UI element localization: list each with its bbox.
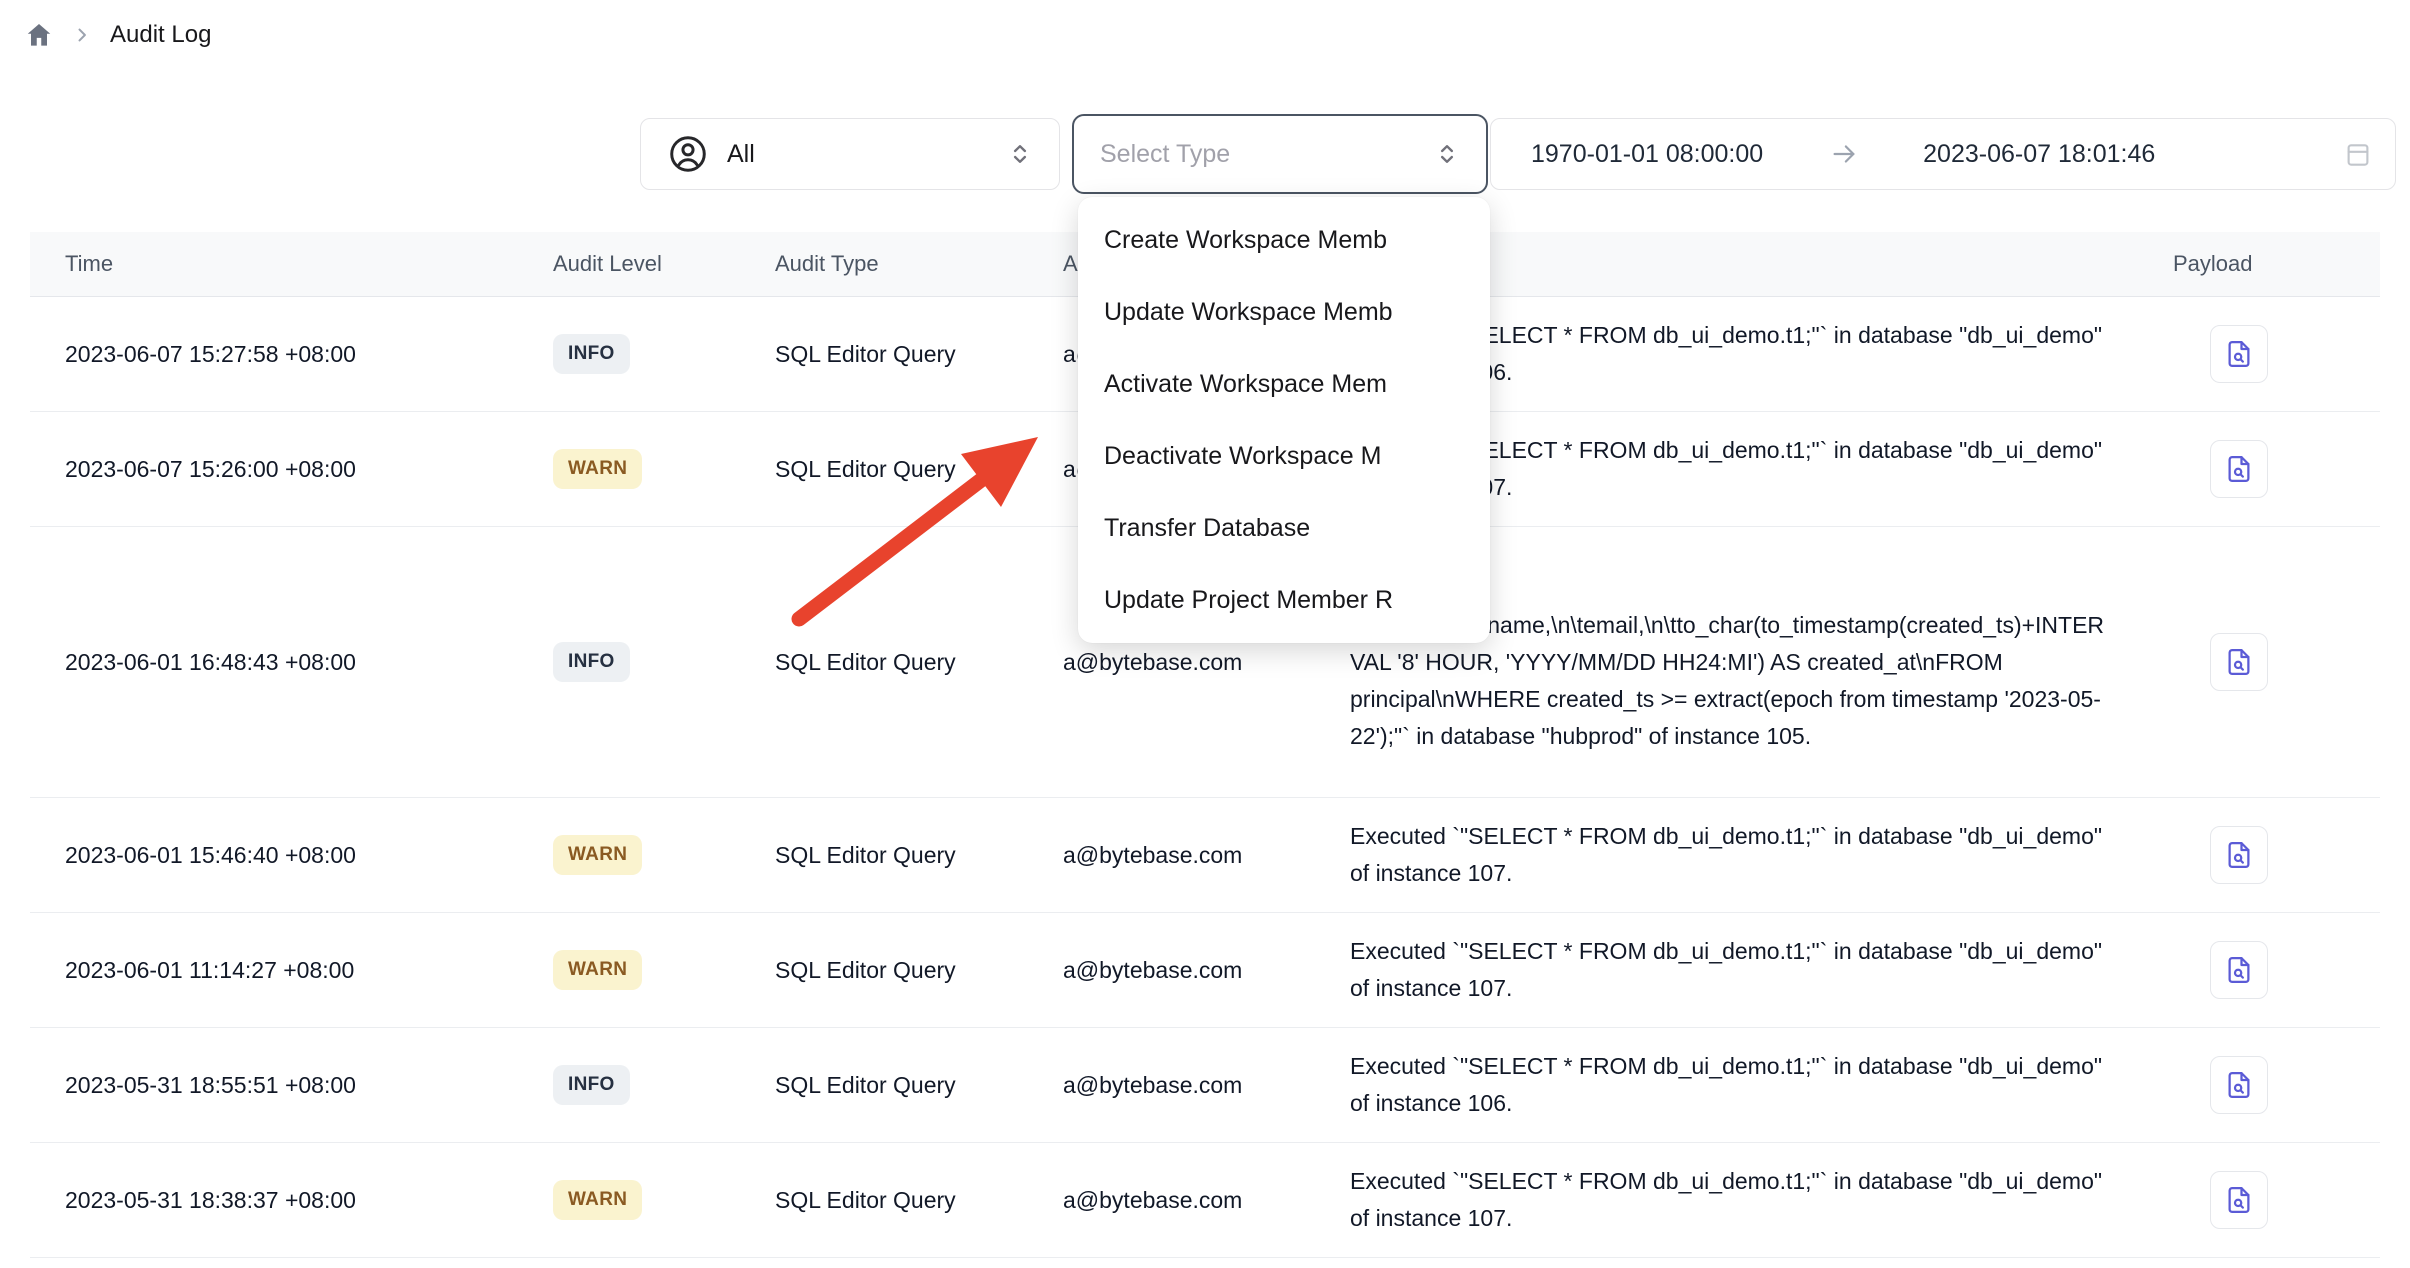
cell-actor: a@bytebase.com <box>1030 842 1317 869</box>
menu-item-update-workspace-member[interactable]: Update Workspace Memb <box>1078 276 1490 348</box>
cell-actor: a@bytebase.com <box>1030 1187 1317 1214</box>
cell-audit-type: SQL Editor Query <box>742 649 1030 676</box>
payload-view-button[interactable] <box>2210 440 2268 498</box>
cell-actor: a@bytebase.com <box>1030 1072 1317 1099</box>
cell-time: 2023-06-07 15:26:00 +08:00 <box>30 456 520 483</box>
menu-item-deactivate-workspace-member[interactable]: Deactivate Workspace M <box>1078 420 1490 492</box>
cell-comment: Executed `"SELECT * FROM db_ui_demo.t1;"… <box>1317 1143 2147 1257</box>
file-search-icon <box>2224 1185 2254 1215</box>
menu-item-update-project-member-role[interactable]: Update Project Member R <box>1078 564 1490 636</box>
cell-actor: a@bytebase.com <box>1030 649 1317 676</box>
cell-audit-type: SQL Editor Query <box>742 1187 1030 1214</box>
page-title: Audit Log <box>110 21 211 49</box>
file-search-icon <box>2224 840 2254 870</box>
home-icon[interactable] <box>24 20 54 50</box>
cell-audit-type: SQL Editor Query <box>742 957 1030 984</box>
select-arrows-icon <box>1007 141 1033 167</box>
actor-filter-value: All <box>727 140 755 169</box>
column-header-audit-level: Audit Level <box>520 251 742 277</box>
cell-time: 2023-06-01 16:48:43 +08:00 <box>30 649 520 676</box>
payload-view-button[interactable] <box>2210 1171 2268 1229</box>
menu-item-activate-workspace-member[interactable]: Activate Workspace Mem <box>1078 348 1490 420</box>
column-header-time: Time <box>30 251 520 277</box>
column-header-audit-type: Audit Type <box>742 251 1030 277</box>
cell-time: 2023-06-01 11:14:27 +08:00 <box>30 957 520 984</box>
table-row: 2023-05-31 18:38:37 +08:00 WARN SQL Edit… <box>30 1143 2380 1258</box>
file-search-icon <box>2224 955 2254 985</box>
calendar-icon <box>2343 139 2373 169</box>
cell-audit-type: SQL Editor Query <box>742 842 1030 869</box>
file-search-icon <box>2224 647 2254 677</box>
cell-comment: Executed `"SELECT * FROM db_ui_demo.t1;"… <box>1317 798 2147 912</box>
audit-level-badge: INFO <box>553 642 630 682</box>
type-filter-select[interactable]: Select Type <box>1072 114 1488 194</box>
audit-level-badge: INFO <box>553 1065 630 1105</box>
table-row: 2023-06-01 11:14:27 +08:00 WARN SQL Edit… <box>30 913 2380 1028</box>
cell-audit-type: SQL Editor Query <box>742 1072 1030 1099</box>
audit-level-badge: WARN <box>553 950 642 990</box>
payload-view-button[interactable] <box>2210 941 2268 999</box>
payload-view-button[interactable] <box>2210 1056 2268 1114</box>
type-filter-placeholder: Select Type <box>1100 140 1230 169</box>
cell-audit-type: SQL Editor Query <box>742 341 1030 368</box>
audit-level-badge: WARN <box>553 449 642 489</box>
payload-view-button[interactable] <box>2210 325 2268 383</box>
cell-actor: a@bytebase.com <box>1030 957 1317 984</box>
payload-view-button[interactable] <box>2210 633 2268 691</box>
actor-filter-select[interactable]: All <box>640 118 1060 190</box>
column-header-payload: Payload <box>2147 251 2380 277</box>
breadcrumb-chevron-icon <box>72 25 92 45</box>
file-search-icon <box>2224 1070 2254 1100</box>
cell-time: 2023-06-01 15:46:40 +08:00 <box>30 842 520 869</box>
table-row-partial <box>30 1258 2380 1268</box>
audit-level-badge: WARN <box>553 1180 642 1220</box>
select-arrows-icon <box>1434 141 1460 167</box>
type-dropdown-menu: Create Workspace Memb Update Workspace M… <box>1078 197 1490 643</box>
file-search-icon <box>2224 339 2254 369</box>
payload-view-button[interactable] <box>2210 826 2268 884</box>
cell-time: 2023-05-31 18:55:51 +08:00 <box>30 1072 520 1099</box>
cell-audit-type: SQL Editor Query <box>742 456 1030 483</box>
audit-log-page: Audit Log All Select Type 1970-01-01 08:… <box>0 0 2410 1268</box>
cell-time: 2023-05-31 18:38:37 +08:00 <box>30 1187 520 1214</box>
person-circle-icon <box>667 133 709 175</box>
audit-level-badge: INFO <box>553 334 630 374</box>
menu-item-transfer-database[interactable]: Transfer Database <box>1078 492 1490 564</box>
date-range-picker[interactable]: 1970-01-01 08:00:00 2023-06-07 18:01:46 <box>1490 118 2396 190</box>
menu-item-create-workspace-member[interactable]: Create Workspace Memb <box>1078 204 1490 276</box>
right-arrow-icon <box>1829 139 1859 169</box>
audit-level-badge: WARN <box>553 835 642 875</box>
date-range-start: 1970-01-01 08:00:00 <box>1531 140 1763 169</box>
table-row: 2023-05-31 18:55:51 +08:00 INFO SQL Edit… <box>30 1028 2380 1143</box>
cell-comment: Executed `"SELECT * FROM db_ui_demo.t1;"… <box>1317 913 2147 1027</box>
cell-comment: Executed `"SELECT * FROM db_ui_demo.t1;"… <box>1317 1028 2147 1142</box>
cell-time: 2023-06-07 15:27:58 +08:00 <box>30 341 520 368</box>
file-search-icon <box>2224 454 2254 484</box>
table-row: 2023-06-01 15:46:40 +08:00 WARN SQL Edit… <box>30 798 2380 913</box>
date-range-end: 2023-06-07 18:01:46 <box>1923 140 2155 169</box>
breadcrumb: Audit Log <box>24 20 211 50</box>
